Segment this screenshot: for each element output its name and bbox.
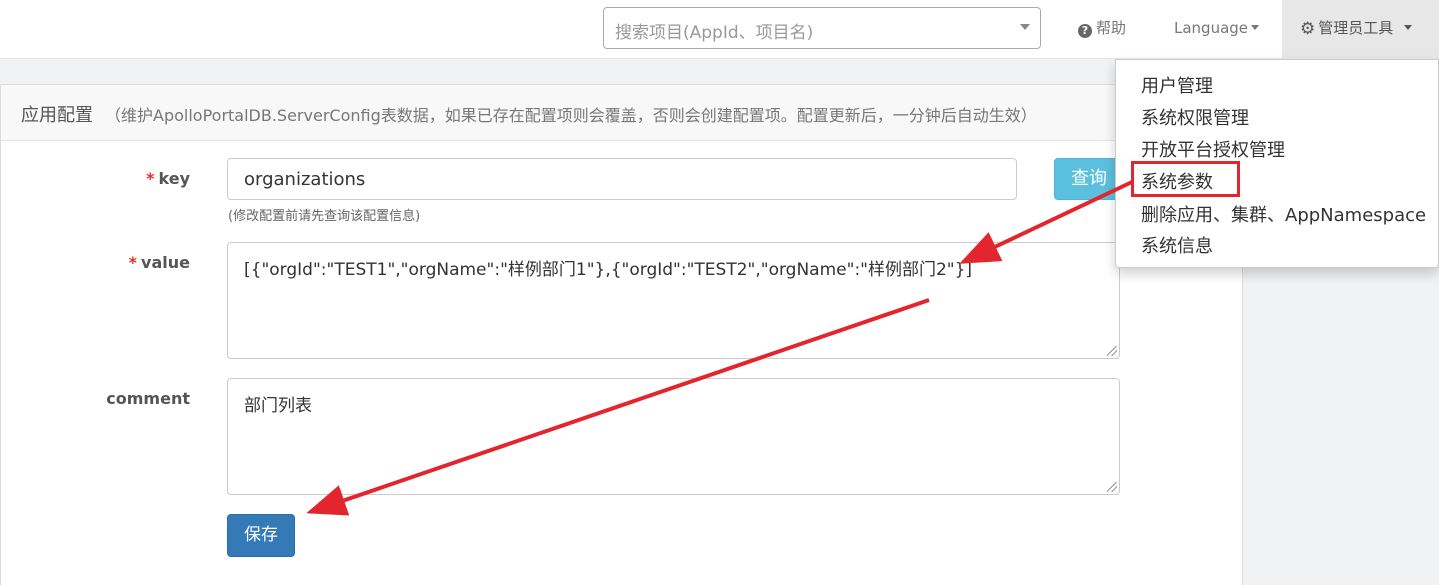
search-placeholder: 搜索项目(AppId、项目名) [615,23,814,43]
key-input-value: organizations [244,169,366,190]
save-button[interactable]: 保存 [227,514,295,557]
required-mark: * [128,253,138,272]
admin-tools-dropdown[interactable]: ⚙ 管理员工具 [1282,0,1439,59]
key-label: * key [80,169,190,188]
comment-textarea-content: 部门列表 [244,396,312,416]
project-search-select[interactable]: 搜索项目(AppId、项目名) [603,7,1041,49]
panel-title: 应用配置 （维护ApolloPortalDB.ServerConfig表数据，如果… [21,101,1037,127]
key-label-text: key [158,169,191,188]
key-input[interactable]: organizations [227,158,1017,200]
admin-tools-label: 管理员工具 [1318,19,1394,37]
chevron-down-icon[interactable] [1020,24,1030,30]
value-label-text: value [141,253,190,272]
comment-textarea[interactable]: 部门列表 [227,378,1120,495]
panel-description: （维护ApolloPortalDB.ServerConfig表数据，如果已存在配… [105,106,1037,125]
menu-item-delete-app-cluster-namespace[interactable]: 删除应用、集群、AppNamespace [1141,201,1426,227]
language-dropdown[interactable]: Language [1174,0,1260,59]
panel-heading: 应用配置 （维护ApolloPortalDB.ServerConfig表数据，如果… [1,85,1242,141]
resize-grip-icon[interactable] [1107,482,1117,492]
question-circle-icon: ? [1078,24,1092,38]
menu-item-system-permissions[interactable]: 系统权限管理 [1141,104,1249,130]
value-textarea[interactable]: [{"orgId":"TEST1","orgName":"样例部门1"},{"o… [227,242,1120,359]
panel-title-text: 应用配置 [21,105,93,126]
menu-item-user-management[interactable]: 用户管理 [1141,72,1213,98]
value-label: * value [80,253,190,272]
comment-label: comment [106,389,190,408]
gear-icon: ⚙ [1300,19,1316,39]
query-button[interactable]: 查询 [1054,158,1118,200]
highlight-box [1131,161,1240,197]
caret-down-icon [1404,25,1413,30]
key-help-text: (修改配置前请先查询该配置信息) [228,209,421,224]
caret-down-icon [1251,25,1260,30]
value-textarea-content: [{"orgId":"TEST1","orgName":"样例部门1"},{"o… [244,260,973,280]
top-navbar: 搜索项目(AppId、项目名) ? 帮助 Language ⚙ 管理员工具 [0,0,1439,59]
required-mark: * [146,169,155,188]
help-link[interactable]: ? 帮助 [1078,0,1126,59]
help-label: 帮助 [1096,19,1127,37]
resize-grip-icon[interactable] [1107,346,1117,356]
language-label: Language [1174,19,1249,37]
menu-item-system-info[interactable]: 系统信息 [1141,232,1213,258]
menu-item-open-platform-auth[interactable]: 开放平台授权管理 [1141,136,1285,162]
